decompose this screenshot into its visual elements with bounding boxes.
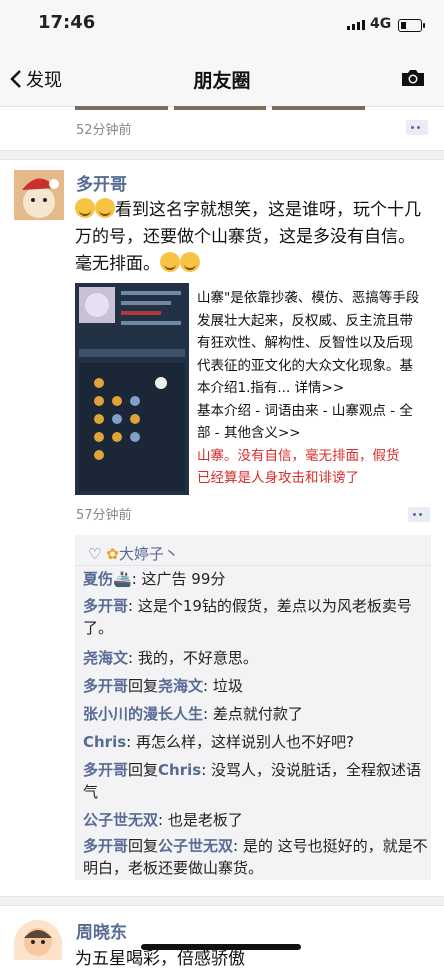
comment-item[interactable]: 多开哥回复公子世无双: 是的 这号也挺好的，就是不明白，老板还要做山寨货。 [83, 835, 428, 879]
laugh-emoji-icon [95, 198, 115, 218]
post-author[interactable]: 多开哥 [76, 170, 127, 195]
page-title: 朋友圈 [193, 70, 251, 92]
avatar[interactable] [14, 170, 64, 220]
comment-item[interactable]: 多开哥: 这是个19钻的假货，差点以为风老板卖号了。 [83, 595, 428, 639]
post-text-body: 看到这名字就想笑，这是谁呀，玩个十几万的号，还要做个山寨货，这是多没有自信。毫无… [75, 200, 421, 274]
like-name[interactable]: 大婷子丶 [119, 545, 179, 563]
article-line: 发展壮大起来，反权威、反主流且带 [197, 312, 413, 329]
avatar[interactable] [14, 920, 62, 960]
comment-text: : 这是个19钻的假货，差点以为风老板卖号了。 [83, 597, 412, 637]
post-image[interactable] [75, 283, 189, 495]
status-time: 17:46 [38, 12, 96, 33]
shared-article[interactable]: 山寨"是依靠抄袭、模仿、恶搞等手段 发展壮大起来，反权威、反主流且带 有狂欢性、… [197, 287, 429, 490]
comment-item[interactable]: 多开哥回复Chris: 没骂人，没说脏话，全程叙述语气 [83, 759, 428, 803]
comment-author[interactable]: 多开哥 [83, 761, 128, 779]
sunflower-icon: ✿ [106, 545, 119, 563]
comment-item[interactable]: 多开哥回复尧海文: 垃圾 [83, 675, 428, 697]
comment-author[interactable]: 张小川的漫长人生 [83, 705, 203, 723]
article-red-line: 已经算是人身攻击和诽谤了 [197, 470, 359, 486]
comment-author[interactable]: 尧海文 [83, 649, 128, 667]
comment-author[interactable]: 多开哥 [83, 677, 128, 695]
post-time: 57分钟前 [76, 508, 132, 523]
prev-post-time: 52分钟前 [76, 123, 132, 138]
comment-author[interactable]: 多开哥 [83, 837, 128, 855]
likes-row: ♡ ✿大婷子丶 [88, 543, 179, 564]
comment-text: : 我的，不好意思。 [128, 649, 258, 667]
more-icon[interactable] [406, 120, 428, 135]
camera-icon [402, 70, 424, 86]
comment-text: : 再怎么样，这样说别人也不好吧? [126, 733, 354, 751]
laugh-emoji-icon [180, 252, 200, 272]
comment-item[interactable]: 公子世无双: 也是老板了 [83, 809, 428, 831]
more-icon[interactable] [408, 507, 430, 522]
comment-item[interactable]: 尧海文: 我的，不好意思。 [83, 647, 428, 669]
nav-bar: 发现 朋友圈 [0, 50, 444, 107]
comment-author[interactable]: 公子世无双 [83, 811, 158, 829]
post-text: 看到这名字就想笑，这是谁呀，玩个十几万的号，还要做个山寨货，这是多没有自信。毫无… [75, 197, 430, 278]
comments-box: ♡ ✿大婷子丶 夏伤🚢: 这广告 99分 多开哥: 这是个19钻的假货，差点以为… [75, 535, 431, 880]
reply-word: 回复 [128, 677, 159, 695]
likes-separator [75, 565, 431, 566]
comment-text: : 差点就付款了 [203, 705, 303, 723]
comment-author[interactable]: 多开哥 [83, 597, 128, 615]
reply-target[interactable]: Chris [158, 761, 201, 779]
boat-icon: 🚢 [113, 570, 132, 588]
status-bar: 17:46 4G [0, 0, 444, 50]
article-line: 本介绍1.指有... 详情>> [197, 380, 345, 396]
network-type: 4G [370, 16, 392, 32]
post-author[interactable]: 周晓东 [76, 918, 127, 943]
comment-item[interactable]: 张小川的漫长人生: 差点就付款了 [83, 703, 428, 725]
comment-text: : 垃圾 [203, 677, 243, 695]
reply-word: 回复 [128, 837, 159, 855]
signal-icon [347, 20, 365, 30]
heart-icon: ♡ [88, 545, 102, 563]
reply-word: 回复 [128, 761, 159, 779]
reply-target[interactable]: 公子世无双 [158, 837, 233, 855]
article-red-line: 山寨。没有自信，毫无排面，假货 [197, 447, 400, 464]
laugh-emoji-icon [75, 198, 95, 218]
comment-item[interactable]: Chris: 再怎么样，这样说别人也不好吧? [83, 731, 428, 753]
prev-post-images[interactable] [75, 106, 366, 110]
article-line: 山寨"是依靠抄袭、模仿、恶搞等手段 [197, 290, 420, 306]
comment-text: : 这广告 99分 [131, 570, 226, 588]
comment-author[interactable]: 夏伤 [83, 570, 113, 588]
comment-item[interactable]: 夏伤🚢: 这广告 99分 [83, 568, 428, 590]
reply-target[interactable]: 尧海文 [158, 677, 203, 695]
article-line: 基本介绍 - 词语由来 - 山寨观点 - 全 [197, 402, 413, 419]
battery-icon [398, 19, 425, 32]
laugh-emoji-icon [160, 252, 180, 272]
article-line: 部 - 其他含义>> [197, 425, 301, 441]
home-indicator[interactable] [141, 944, 301, 950]
article-line: 有狂欢性、解构性、反智性以及后现 [197, 335, 413, 351]
comment-text: : 也是老板了 [158, 811, 243, 829]
camera-button[interactable] [400, 68, 426, 92]
comment-author[interactable]: Chris [83, 733, 126, 751]
article-line: 代表征的亚文化的大众文化现象。基 [197, 357, 413, 374]
post-divider [0, 150, 444, 160]
post-divider [0, 896, 444, 906]
